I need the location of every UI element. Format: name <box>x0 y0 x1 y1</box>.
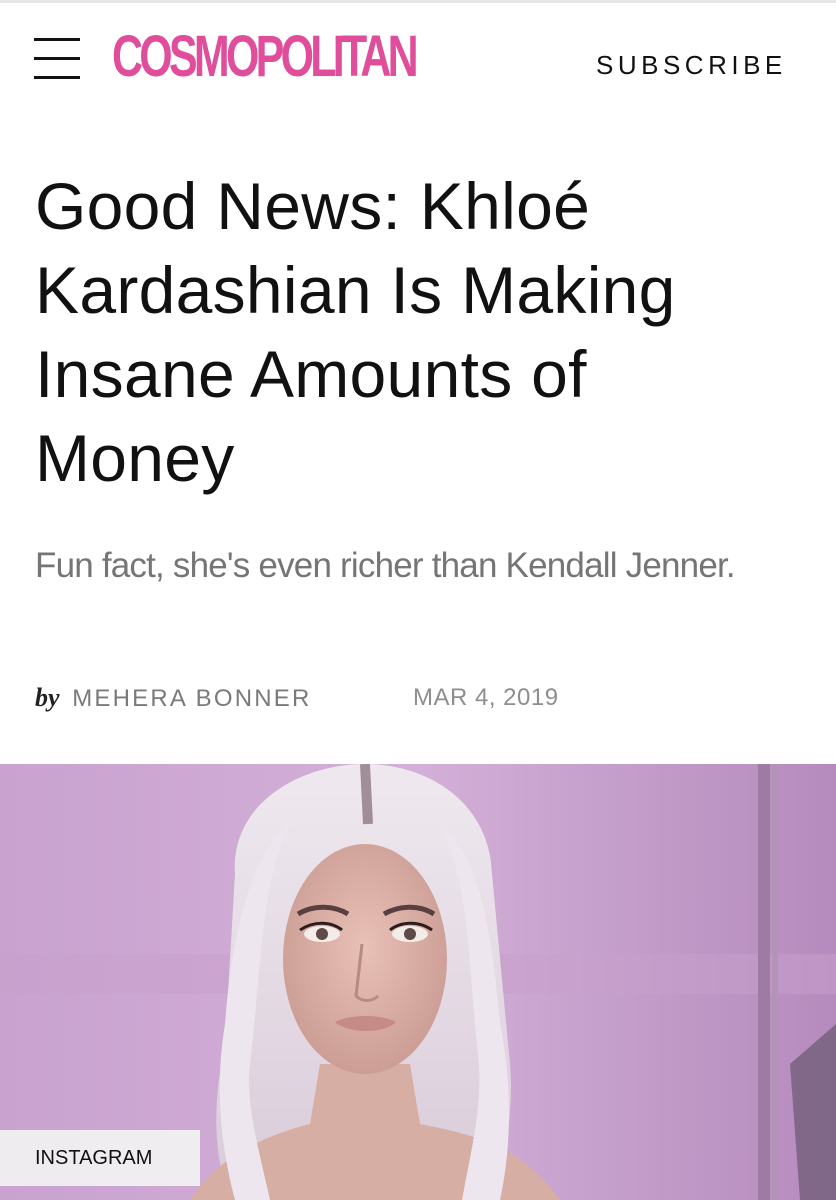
site-logo[interactable]: COSMOPOLITAN <box>112 22 419 92</box>
publish-date: MAR 4, 2019 <box>413 684 559 711</box>
article-headline: Good News: Khloé Kardashian Is Making In… <box>35 169 676 495</box>
menu-bar <box>34 57 80 60</box>
photo-credit: INSTAGRAM <box>0 1130 200 1186</box>
menu-bar <box>34 38 80 41</box>
hamburger-menu-icon[interactable] <box>34 38 80 80</box>
menu-bar <box>34 76 80 79</box>
author-link[interactable]: MEHERA BONNER <box>72 685 311 712</box>
subscribe-link[interactable]: SUBSCRIBE <box>596 50 787 80</box>
byline: by MEHERA BONNER MAR 4, 2019 <box>35 680 558 720</box>
article-dek: Fun fact, she's even richer than Kendall… <box>35 546 736 585</box>
site-header: COSMOPOLITAN SUBSCRIBE <box>0 0 836 120</box>
byline-prefix: by <box>35 683 60 712</box>
